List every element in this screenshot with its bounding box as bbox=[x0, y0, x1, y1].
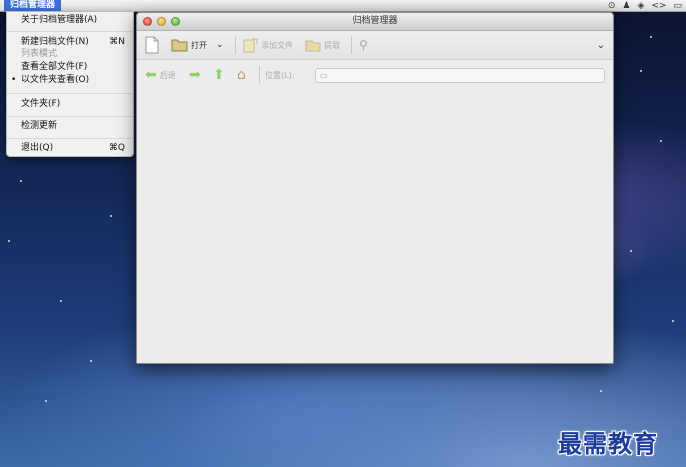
toolbar-separator bbox=[351, 36, 352, 54]
location-bar: ⬅ 后退 ➡ ⬆ ⌂ 位置(L): ▭ bbox=[137, 60, 613, 90]
archive-manager-window: 归档管理器 打开 ⌄ 添加文件 提取 ⚲ ⌄ ⬅ 后退 ➡ ⬆ ⌂ 位置(L):… bbox=[136, 12, 614, 364]
back-button[interactable]: ⬅ 后退 bbox=[145, 60, 176, 90]
search-button[interactable]: ⚲ bbox=[359, 31, 368, 59]
app-menu-title[interactable]: 归档管理器 bbox=[4, 0, 62, 11]
window-title: 归档管理器 bbox=[352, 16, 398, 26]
toolbar-separator bbox=[235, 36, 236, 54]
home-button[interactable]: ⌂ bbox=[237, 60, 246, 90]
arrow-left-icon: ⬅ bbox=[145, 67, 157, 83]
home-icon: ⌂ bbox=[237, 67, 246, 83]
new-archive-button[interactable] bbox=[145, 31, 159, 59]
menu-item-view-all-files[interactable]: 查看全部文件(F) bbox=[7, 61, 133, 73]
menu-item-check-updates[interactable]: 检测更新 bbox=[7, 120, 133, 132]
menu-item-folders[interactable]: 文件夹(F) bbox=[7, 98, 133, 110]
watermark-text: 最需教育 bbox=[558, 429, 658, 458]
chevron-down-icon: ⌄ bbox=[216, 40, 224, 50]
sync-icon[interactable]: <> bbox=[651, 1, 666, 11]
battery-icon[interactable]: ▭ bbox=[673, 1, 682, 11]
menu-item-list-mode: 列表模式 bbox=[21, 49, 58, 59]
arrow-up-icon: ⬆ bbox=[213, 67, 225, 83]
checked-bullet-icon: • bbox=[11, 75, 17, 85]
clock-icon[interactable]: ⊙ bbox=[608, 1, 616, 11]
user-icon[interactable]: ♟ bbox=[622, 1, 630, 11]
add-files-button[interactable]: 添加文件 bbox=[243, 31, 293, 59]
add-files-icon bbox=[243, 38, 258, 52]
status-area: ⊙ ♟ ◈ <> ▭ bbox=[608, 0, 682, 11]
menu-item-quit[interactable]: 退出(Q) ⌘Q bbox=[7, 142, 133, 154]
extract-icon bbox=[305, 40, 321, 51]
menu-separator bbox=[7, 93, 133, 94]
toolbar-overflow-button[interactable]: ⌄ bbox=[597, 31, 605, 59]
file-list-area[interactable] bbox=[137, 90, 613, 363]
toolbar-separator bbox=[259, 66, 260, 84]
title-bar: 归档管理器 bbox=[137, 13, 613, 31]
toolbar: 打开 ⌄ 添加文件 提取 ⚲ ⌄ bbox=[137, 31, 613, 60]
extract-button[interactable]: 提取 bbox=[305, 31, 340, 59]
folder-icon: ▭ bbox=[320, 71, 328, 80]
location-input[interactable]: ▭ bbox=[315, 68, 605, 83]
up-button[interactable]: ⬆ bbox=[213, 60, 225, 90]
menu-item-new-archive[interactable]: 新建归档文件(N) ⌘N bbox=[7, 36, 133, 48]
menu-item-about[interactable]: 关于归档管理器(A) bbox=[7, 14, 133, 26]
menu-item-view-as-folder[interactable]: • 以文件夹查看(O) bbox=[7, 74, 133, 86]
new-document-icon bbox=[145, 36, 159, 54]
forward-button[interactable]: ➡ bbox=[189, 60, 201, 90]
folder-open-icon bbox=[171, 39, 188, 52]
speaker-icon[interactable]: ◈ bbox=[637, 1, 644, 11]
app-dropdown-menu: 关于归档管理器(A) 新建归档文件(N) ⌘N 列表模式 查看全部文件(F) •… bbox=[6, 11, 134, 157]
menu-separator bbox=[7, 116, 133, 117]
location-label: 位置(L): bbox=[265, 70, 295, 80]
open-button[interactable]: 打开 ⌄ bbox=[171, 31, 224, 59]
menu-separator bbox=[7, 138, 133, 139]
search-icon: ⚲ bbox=[359, 38, 368, 52]
menu-separator bbox=[7, 31, 133, 32]
arrow-right-icon: ➡ bbox=[189, 67, 201, 83]
chevron-down-icon: ⌄ bbox=[596, 39, 605, 51]
